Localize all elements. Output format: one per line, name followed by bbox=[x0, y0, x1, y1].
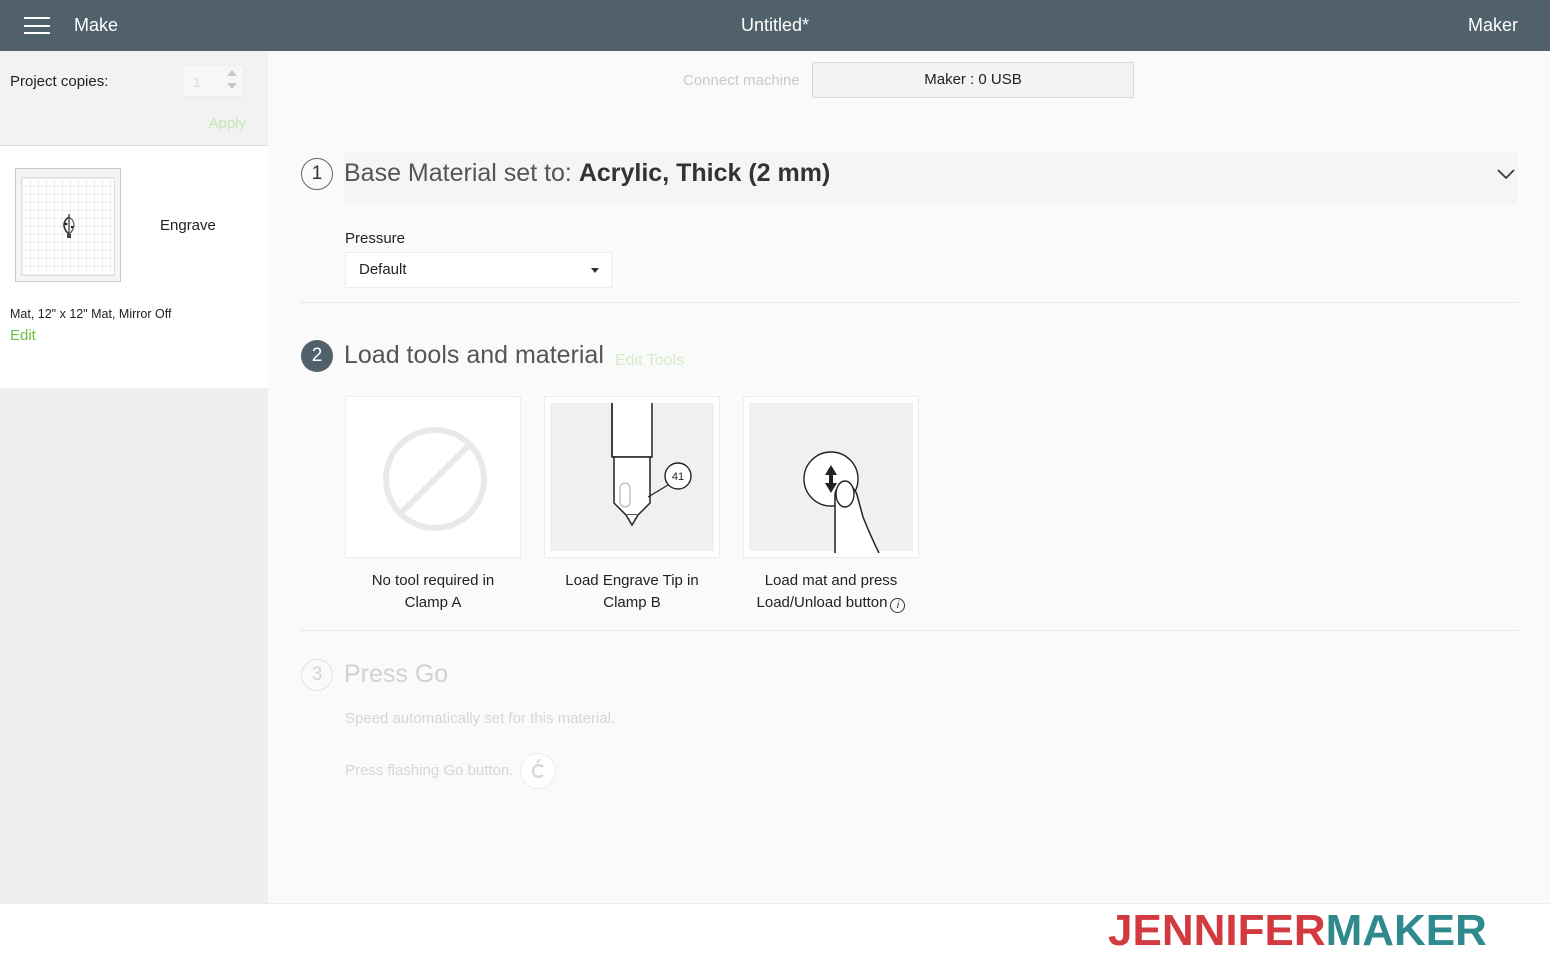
machine-name[interactable]: Maker bbox=[1468, 15, 1518, 36]
info-icon[interactable]: i bbox=[890, 598, 906, 613]
step-1-indicator: 1 bbox=[301, 158, 333, 190]
chevron-down-icon[interactable] bbox=[1497, 168, 1515, 180]
clamp-a-caption: No tool required in Clamp A bbox=[345, 570, 521, 614]
mat-description: Mat, 12" x 12" Mat, Mirror Off bbox=[10, 307, 172, 321]
clamp-b-card: 41 bbox=[544, 396, 720, 558]
section-divider bbox=[300, 630, 1518, 631]
stepper-up-icon[interactable] bbox=[227, 70, 237, 76]
step-2-indicator: 2 bbox=[301, 340, 333, 372]
mat-operation-label: Engrave bbox=[160, 217, 216, 234]
clamp-b-badge: 41 bbox=[672, 471, 684, 483]
engrave-tip-icon: 41 bbox=[611, 403, 692, 527]
apply-button[interactable]: Apply bbox=[208, 115, 246, 132]
load-mat-caption-line2: Load/Unload button bbox=[756, 594, 888, 611]
load-mat-caption: Load mat and press Load/Unload button i bbox=[743, 570, 919, 614]
project-copies-section: Project copies: 1 Apply bbox=[0, 51, 268, 146]
connect-machine-label[interactable]: Connect machine bbox=[683, 72, 800, 89]
clamp-b-caption: Load Engrave Tip in Clamp B bbox=[544, 570, 720, 614]
brand-logo-part1: JENNIFER bbox=[1108, 906, 1326, 955]
top-bar: Make Untitled* Maker bbox=[0, 0, 1550, 51]
load-unload-button-icon bbox=[803, 451, 880, 554]
brand-logo-part2: MAKER bbox=[1325, 906, 1487, 955]
no-tool-icon bbox=[383, 427, 487, 531]
document-title: Untitled* bbox=[740, 15, 810, 35]
pressure-label: Pressure bbox=[345, 230, 406, 247]
pressure-select[interactable]: Default bbox=[345, 252, 612, 288]
pressure-value: Default bbox=[359, 261, 407, 278]
clamp-a-card bbox=[345, 396, 521, 558]
mat-thumbnail[interactable] bbox=[15, 168, 121, 282]
left-panel: Project copies: 1 Apply Engrave Mat, 12"… bbox=[0, 51, 268, 903]
load-mat-image bbox=[749, 403, 913, 554]
base-material-title[interactable]: Base Material set to: Acrylic, Thick (2 … bbox=[344, 159, 830, 188]
cricut-go-icon bbox=[531, 758, 544, 778]
clamp-a-caption-line2: Clamp A bbox=[404, 594, 462, 611]
design-preview-icon bbox=[63, 214, 75, 238]
copies-stepper[interactable] bbox=[227, 67, 239, 95]
go-note: Press flashing Go button. bbox=[345, 762, 514, 779]
base-material-prefix: Base Material set to: bbox=[344, 159, 579, 187]
project-copies-label: Project copies: bbox=[10, 73, 109, 90]
go-button[interactable] bbox=[520, 753, 556, 789]
stepper-down-icon[interactable] bbox=[227, 83, 237, 89]
section-divider bbox=[300, 302, 1518, 303]
clamp-b-caption-line2: Clamp B bbox=[603, 594, 661, 611]
mat-card[interactable]: Engrave Mat, 12" x 12" Mat, Mirror Off E… bbox=[0, 146, 268, 388]
edit-tools-link[interactable]: Edit Tools bbox=[615, 352, 684, 370]
machine-select-button[interactable]: Maker : 0 USB bbox=[812, 62, 1134, 98]
clamp-a-image bbox=[351, 403, 515, 551]
clamp-b-caption-line1: Load Engrave Tip in bbox=[565, 572, 699, 589]
edit-mat-link[interactable]: Edit bbox=[10, 327, 36, 344]
load-tools-title: Load tools and material bbox=[344, 341, 604, 369]
speed-note: Speed automatically set for this materia… bbox=[345, 710, 616, 727]
load-mat-caption-line2-wrap: Load/Unload button i bbox=[743, 592, 919, 614]
brand-logo: JENNIFERMAKER bbox=[1108, 906, 1487, 956]
clamp-a-caption-line1: No tool required in bbox=[371, 572, 495, 589]
caret-down-icon bbox=[591, 268, 599, 273]
base-material-value: Acrylic, Thick (2 mm) bbox=[578, 159, 831, 187]
load-mat-caption-line1: Load mat and press bbox=[764, 572, 898, 589]
press-go-title: Press Go bbox=[344, 660, 449, 688]
clamp-b-image: 41 bbox=[550, 403, 714, 551]
load-mat-card bbox=[743, 396, 919, 558]
step-3-indicator: 3 bbox=[301, 659, 333, 691]
